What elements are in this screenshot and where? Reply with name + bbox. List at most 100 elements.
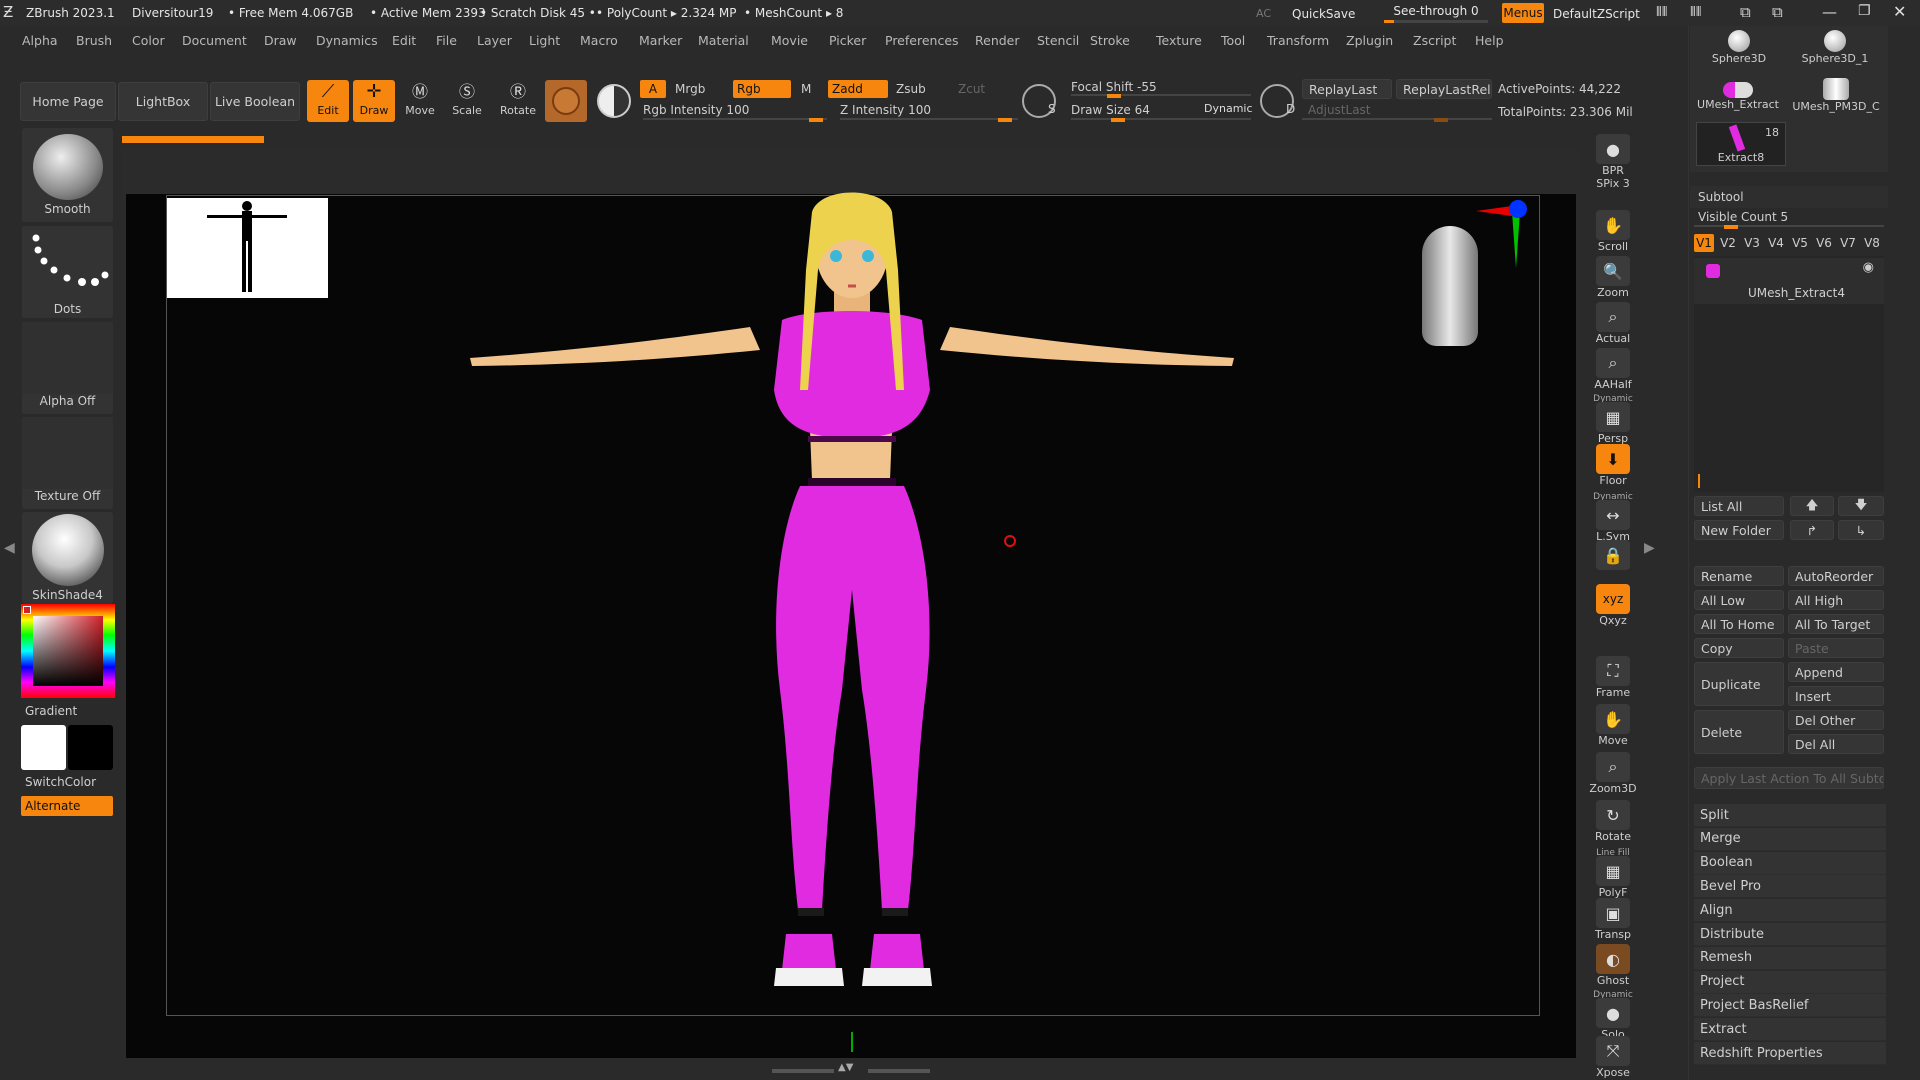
menu-brush[interactable]: Brush bbox=[76, 33, 112, 48]
append-button[interactable]: Append bbox=[1788, 662, 1884, 682]
visible-count-slider[interactable]: Visible Count 5 bbox=[1698, 210, 1788, 224]
subpalette-bevel-pro[interactable]: Bevel Pro bbox=[1694, 875, 1886, 899]
list-all-button[interactable]: List All bbox=[1694, 496, 1784, 516]
tool-thumb-umesh-extract[interactable]: UMesh_Extract bbox=[1692, 78, 1784, 120]
rename-button[interactable]: Rename bbox=[1694, 566, 1784, 586]
menu-transform[interactable]: Transform bbox=[1267, 33, 1329, 48]
menu-draw[interactable]: Draw bbox=[264, 33, 297, 48]
close-icon[interactable]: ✕ bbox=[1893, 2, 1906, 21]
rgb-toggle[interactable]: Rgb bbox=[733, 80, 791, 98]
mrgb-toggle[interactable]: Mrgb bbox=[675, 82, 705, 96]
shelf-rotate-button[interactable]: ↻ Rotate bbox=[1591, 800, 1635, 843]
character-model[interactable] bbox=[460, 190, 1250, 1050]
shelf-persp-button[interactable]: Dynamic ▦ Persp bbox=[1591, 394, 1635, 445]
right-collapse-icon[interactable]: ▶ bbox=[1644, 540, 1655, 556]
switchcolor-button[interactable]: SwitchColor bbox=[25, 775, 96, 789]
main-color-swatch[interactable] bbox=[21, 725, 66, 770]
subtool-item[interactable]: ◉ UMesh_Extract4 bbox=[1694, 258, 1884, 304]
draw-size-slider[interactable]: Draw Size 64 bbox=[1071, 103, 1150, 117]
focal-shift-slider[interactable]: Focal Shift -55 bbox=[1071, 80, 1157, 94]
menu-alpha[interactable]: Alpha bbox=[22, 33, 58, 48]
menu-document[interactable]: Document bbox=[182, 33, 247, 48]
shelf-zoom-button[interactable]: 🔍 Zoom bbox=[1591, 256, 1635, 299]
duplicate-button[interactable]: Duplicate bbox=[1694, 662, 1784, 706]
texture-button[interactable]: Texture Off bbox=[22, 417, 113, 509]
zcut-toggle[interactable]: Zcut bbox=[958, 82, 985, 96]
bottom-tray-handle[interactable]: ▲▼ bbox=[772, 1062, 932, 1076]
color-picker-square[interactable] bbox=[33, 616, 103, 686]
insert-button[interactable]: Insert bbox=[1788, 686, 1884, 706]
version-v8-button[interactable]: V8 bbox=[1862, 234, 1882, 252]
new-folder-button[interactable]: New Folder bbox=[1694, 520, 1784, 540]
subpalette-extract[interactable]: Extract bbox=[1694, 1018, 1886, 1042]
shelf-bpr-button[interactable]: ● BPR SPix 3 bbox=[1591, 134, 1635, 190]
shelf-scroll-button[interactable]: ✋ Scroll bbox=[1591, 210, 1635, 253]
folder-action2-button[interactable]: ↳ bbox=[1838, 520, 1884, 540]
quicksave-button[interactable]: QuickSave bbox=[1292, 7, 1355, 21]
menu-layer[interactable]: Layer bbox=[477, 33, 512, 48]
version-v6-button[interactable]: V6 bbox=[1814, 234, 1834, 252]
maximize-icon[interactable]: ❐ bbox=[1858, 3, 1871, 19]
menus-button[interactable]: Menus bbox=[1502, 3, 1544, 23]
subpalette-project[interactable]: Project bbox=[1694, 970, 1886, 994]
version-v7-button[interactable]: V7 bbox=[1838, 234, 1858, 252]
alternate-button[interactable]: Alternate bbox=[21, 796, 113, 816]
lightbox-button[interactable]: LightBox bbox=[118, 82, 208, 121]
menu-preferences[interactable]: Preferences bbox=[885, 33, 959, 48]
color-picker[interactable] bbox=[21, 604, 115, 698]
adjust-last-slider[interactable]: AdjustLast bbox=[1308, 103, 1371, 117]
menu-texture[interactable]: Texture bbox=[1156, 33, 1202, 48]
move-button[interactable]: Ⓜ Move bbox=[399, 80, 441, 122]
menu-edit[interactable]: Edit bbox=[392, 33, 416, 48]
tool-thumb-sphere3d-1[interactable]: Sphere3D_1 bbox=[1790, 28, 1880, 72]
menu-zscript[interactable]: Zscript bbox=[1413, 33, 1456, 48]
menu-macro[interactable]: Macro bbox=[580, 33, 618, 48]
copy-window-icon[interactable]: ⧉ bbox=[1740, 3, 1751, 21]
move-up-button[interactable]: 🡅 bbox=[1790, 496, 1834, 516]
all-low-button[interactable]: All Low bbox=[1694, 590, 1784, 610]
left-collapse-icon[interactable]: ◀ bbox=[4, 540, 15, 556]
shelf-transp-button[interactable]: ▣ Transp bbox=[1591, 898, 1635, 941]
edit-button[interactable]: ⟋ Edit bbox=[307, 80, 349, 122]
shelf-lsym-button[interactable]: Dynamic ↔ L.Sym bbox=[1591, 492, 1635, 543]
shelf-polyf-button[interactable]: Line Fill ▦ PolyF bbox=[1591, 848, 1635, 899]
autoreorder-button[interactable]: AutoReorder bbox=[1788, 566, 1884, 586]
version-v5-button[interactable]: V5 bbox=[1790, 234, 1810, 252]
paste-window-icon[interactable]: ⧉ bbox=[1772, 3, 1783, 21]
menu-stencil[interactable]: Stencil bbox=[1037, 33, 1079, 48]
rotate-button[interactable]: Ⓡ Rotate bbox=[497, 80, 539, 122]
paste-button[interactable]: Paste bbox=[1788, 638, 1884, 658]
folder-action-button[interactable]: ↱ bbox=[1790, 520, 1834, 540]
menu-file[interactable]: File bbox=[436, 33, 457, 48]
menu-zplugin[interactable]: Zplugin bbox=[1346, 33, 1393, 48]
z-intensity-slider[interactable]: Z Intensity 100 bbox=[840, 103, 931, 117]
menu-tool[interactable]: Tool bbox=[1221, 33, 1245, 48]
visibility-eye-icon[interactable]: ◉ bbox=[1863, 260, 1874, 275]
smooth-brush-button[interactable]: Smooth bbox=[22, 128, 113, 222]
shelf-actual-button[interactable]: ⌕ Actual bbox=[1591, 302, 1635, 345]
material-swatch-button[interactable] bbox=[545, 80, 587, 122]
zadd-toggle[interactable]: Zadd bbox=[828, 80, 888, 98]
move-down-button[interactable]: 🡇 bbox=[1838, 496, 1884, 516]
rgb-intensity-slider[interactable]: Rgb Intensity 100 bbox=[643, 103, 749, 117]
replay-last-button[interactable]: ReplayLast bbox=[1302, 79, 1392, 99]
del-other-button[interactable]: Del Other bbox=[1788, 710, 1884, 730]
apply-last-action-button[interactable]: Apply Last Action To All Subtools bbox=[1694, 767, 1884, 789]
shelf-qxyz-button[interactable]: xyz Qxyz bbox=[1591, 584, 1635, 627]
subpalette-split[interactable]: Split bbox=[1694, 804, 1886, 827]
polyframe-sphere-button[interactable] bbox=[593, 80, 635, 122]
stroke-dots-button[interactable]: Dots bbox=[22, 226, 113, 318]
all-to-home-button[interactable]: All To Home bbox=[1694, 614, 1784, 634]
shelf-frame-button[interactable]: ⛶ Frame bbox=[1591, 656, 1635, 699]
tool-thumb-umesh-pm3d[interactable]: UMesh_PM3D_C bbox=[1788, 78, 1884, 120]
menu-dynamics[interactable]: Dynamics bbox=[316, 33, 378, 48]
subpalette-project-basrelief[interactable]: Project BasRelief bbox=[1694, 994, 1886, 1018]
shelf-xpose-button[interactable]: ⤧ Xpose bbox=[1591, 1036, 1635, 1079]
shelf-zoom3d-button[interactable]: ⌕ Zoom3D bbox=[1589, 752, 1637, 795]
subpalette-align[interactable]: Align bbox=[1694, 899, 1886, 923]
version-v2-button[interactable]: V2 bbox=[1718, 234, 1738, 252]
home-page-button[interactable]: Home Page bbox=[20, 82, 116, 121]
live-boolean-button[interactable]: Live Boolean bbox=[210, 82, 300, 121]
subpalette-boolean[interactable]: Boolean bbox=[1694, 851, 1886, 875]
tool-thumb-extract8[interactable]: Extract8 18 bbox=[1696, 122, 1786, 166]
